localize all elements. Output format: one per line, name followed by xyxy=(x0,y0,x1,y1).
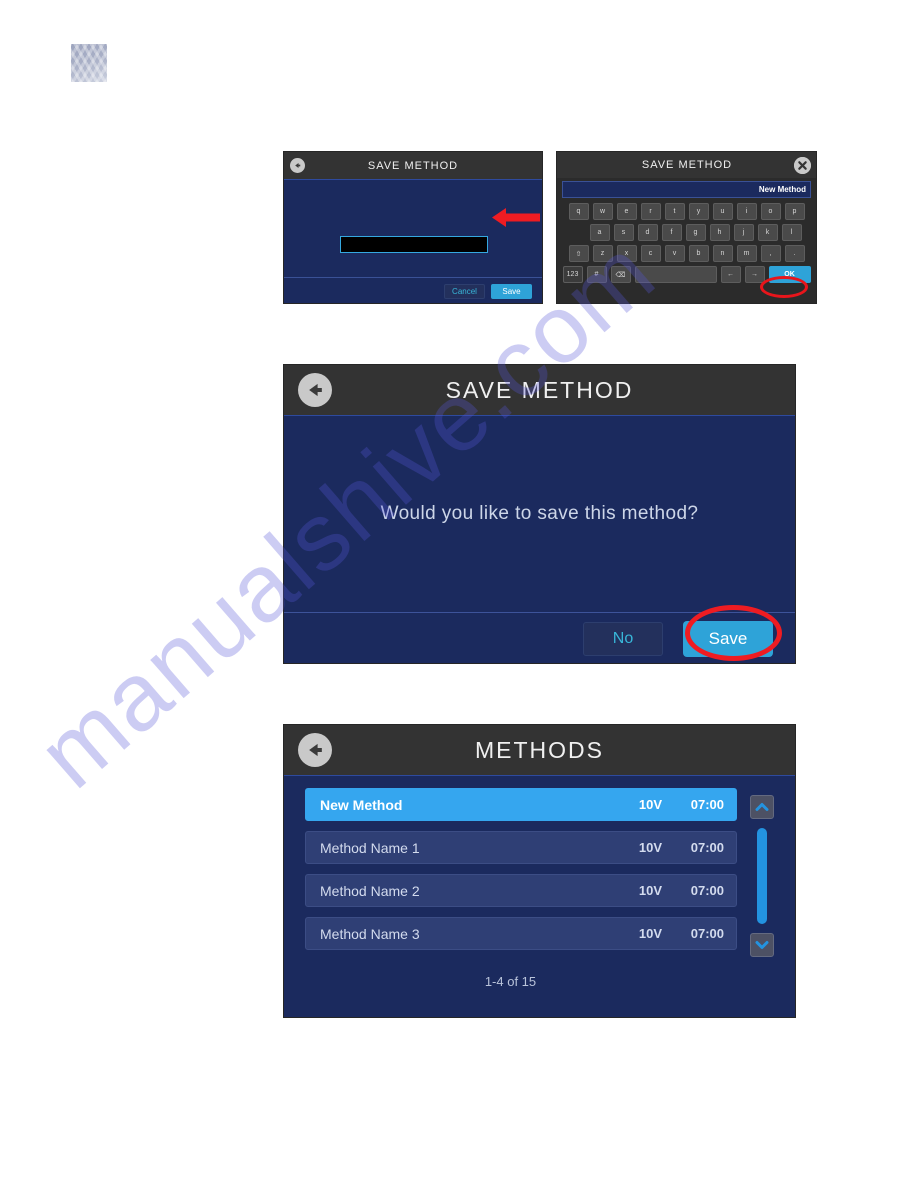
scroll-up-button[interactable] xyxy=(750,795,774,819)
page-title: METHODS xyxy=(475,736,604,763)
key-shift-icon[interactable]: ⇧ xyxy=(568,245,589,262)
key-s[interactable]: s xyxy=(613,224,634,241)
key-a[interactable]: a xyxy=(589,224,610,241)
back-arrow-icon[interactable] xyxy=(298,733,332,767)
chevron-down-icon xyxy=(755,941,769,949)
back-arrow-glyph xyxy=(302,737,328,763)
company-logo xyxy=(71,44,107,82)
key-y[interactable]: y xyxy=(688,203,709,220)
method-name: Method Name 1 xyxy=(320,839,420,856)
key-symbols[interactable]: # xyxy=(586,266,607,283)
key-g[interactable]: g xyxy=(685,224,706,241)
chevron-up-icon xyxy=(755,803,769,811)
key-u[interactable]: u xyxy=(712,203,733,220)
keyboard-row-2: a s d f g h j k l xyxy=(561,224,812,241)
keyboard-text-field[interactable]: New Method xyxy=(562,181,811,198)
red-ellipse-annotation-ok xyxy=(760,276,808,298)
key-h[interactable]: h xyxy=(709,224,730,241)
key-backspace-icon[interactable]: ⌫ xyxy=(610,266,631,283)
method-name-input[interactable] xyxy=(340,236,488,253)
no-button[interactable]: No xyxy=(583,622,663,656)
method-name: Method Name 3 xyxy=(320,925,420,942)
page-title: SAVE METHOD xyxy=(641,159,733,171)
key-arrow-left-icon[interactable]: ← xyxy=(720,266,741,283)
table-row[interactable]: Method Name 3 10V 07:00 xyxy=(305,917,737,950)
dialog-footer: Cancel Save xyxy=(284,277,542,303)
key-j[interactable]: j xyxy=(733,224,754,241)
method-voltage: 10V xyxy=(638,926,662,941)
key-p[interactable]: p xyxy=(784,203,805,220)
key-numbers[interactable]: 123 xyxy=(562,266,583,283)
titlebar: METHODS xyxy=(284,725,795,775)
key-period[interactable]: . xyxy=(784,245,805,262)
method-name: Method Name 2 xyxy=(320,882,420,899)
key-r[interactable]: r xyxy=(640,203,661,220)
key-comma[interactable]: , xyxy=(760,245,781,262)
key-e[interactable]: e xyxy=(616,203,637,220)
dialog-body: Would you like to save this method? xyxy=(284,415,795,612)
titlebar: SAVE METHOD xyxy=(284,152,542,179)
key-t[interactable]: t xyxy=(664,203,685,220)
save-button[interactable]: Save xyxy=(491,284,532,299)
method-time: 07:00 xyxy=(690,840,724,855)
back-arrow-icon[interactable] xyxy=(298,373,332,407)
scroll-down-button[interactable] xyxy=(750,933,774,957)
close-x-icon[interactable] xyxy=(794,156,811,174)
key-n[interactable]: n xyxy=(712,245,733,262)
method-voltage: 10V xyxy=(638,883,662,898)
method-time: 07:00 xyxy=(690,883,724,898)
key-i[interactable]: i xyxy=(736,203,757,220)
key-b[interactable]: b xyxy=(688,245,709,262)
method-time: 07:00 xyxy=(690,926,724,941)
key-m[interactable]: m xyxy=(736,245,757,262)
method-time: 07:00 xyxy=(690,797,724,812)
page-title: SAVE METHOD xyxy=(445,376,634,403)
key-z[interactable]: z xyxy=(592,245,613,262)
back-arrow-glyph xyxy=(292,160,303,171)
titlebar: SAVE METHOD xyxy=(284,365,795,415)
titlebar: SAVE METHOD xyxy=(557,152,816,178)
method-voltage: 10V xyxy=(638,840,662,855)
key-f[interactable]: f xyxy=(661,224,682,241)
keyboard-row-3: ⇧ z x c v b n m , . xyxy=(561,245,812,262)
key-space[interactable] xyxy=(634,266,717,283)
method-name: New Method xyxy=(320,796,403,813)
scrollbar-thumb[interactable] xyxy=(757,828,767,924)
key-c[interactable]: c xyxy=(640,245,661,262)
back-arrow-icon[interactable] xyxy=(290,158,305,173)
key-w[interactable]: w xyxy=(592,203,613,220)
back-arrow-glyph xyxy=(302,377,328,403)
methods-list-screen: METHODS New Method 10V 07:00 Method Name… xyxy=(283,724,796,1018)
key-arrow-right-icon[interactable]: → xyxy=(744,266,765,283)
page-title: SAVE METHOD xyxy=(367,159,459,172)
key-k[interactable]: k xyxy=(757,224,778,241)
key-q[interactable]: q xyxy=(568,203,589,220)
key-v[interactable]: v xyxy=(664,245,685,262)
red-arrow-annotation xyxy=(492,208,540,227)
key-o[interactable]: o xyxy=(760,203,781,220)
method-voltage: 10V xyxy=(638,797,662,812)
table-row[interactable]: Method Name 2 10V 07:00 xyxy=(305,874,737,907)
methods-list: New Method 10V 07:00 Method Name 1 10V 0… xyxy=(305,788,737,960)
confirm-question: Would you like to save this method? xyxy=(380,503,699,524)
key-d[interactable]: d xyxy=(637,224,658,241)
pagination-label: 1-4 of 15 xyxy=(484,974,537,989)
red-ellipse-annotation-save xyxy=(685,605,782,661)
key-x[interactable]: x xyxy=(616,245,637,262)
table-row[interactable]: Method Name 1 10V 07:00 xyxy=(305,831,737,864)
table-row[interactable]: New Method 10V 07:00 xyxy=(305,788,737,821)
cancel-button[interactable]: Cancel xyxy=(444,284,485,299)
close-x-glyph xyxy=(794,156,811,174)
methods-body: New Method 10V 07:00 Method Name 1 10V 0… xyxy=(284,775,795,1017)
key-l[interactable]: l xyxy=(781,224,802,241)
keyboard-row-1: q w e r t y u i o p xyxy=(561,203,812,220)
